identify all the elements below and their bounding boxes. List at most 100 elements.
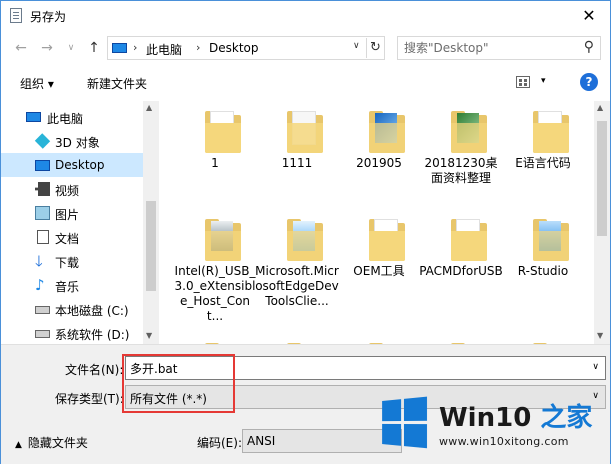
search-box[interactable]: ⚲	[397, 36, 601, 60]
watermark: Win10 之家 www.win10xitong.com	[379, 391, 609, 461]
folder-item[interactable]	[337, 333, 421, 344]
sidebar-item-drive-d[interactable]: 系统软件 (D:)	[1, 321, 143, 344]
pc-icon	[26, 112, 41, 122]
scroll-down-arrow-icon[interactable]: ▼	[597, 331, 603, 340]
music-icon: ♪	[35, 276, 45, 294]
folder-icon	[451, 217, 487, 261]
new-folder-button[interactable]: 新建文件夹	[87, 75, 147, 92]
watermark-title: Win10 之家	[439, 397, 592, 434]
scroll-up-arrow-icon[interactable]: ▲	[146, 103, 152, 112]
folder-item[interactable]: 1	[173, 101, 257, 219]
annotation-highlight-box	[122, 354, 235, 413]
breadcrumb-desktop[interactable]: Desktop	[209, 41, 259, 55]
scroll-down-arrow-icon[interactable]: ▼	[146, 331, 152, 340]
sidebar-item-music[interactable]: ♪ 音乐	[1, 273, 143, 297]
folder-name: Intel(R)_USB_3.0_eXtensible_Host_Cont...	[174, 264, 256, 323]
save-as-dialog: 另存为 ✕ ← → ∨ ↑ › 此电脑 › Desktop ∨ ↻ ⚲ 组织 ▾…	[0, 0, 611, 464]
command-bar: 组织 ▾ 新建文件夹 ▾ ?	[1, 67, 610, 97]
sidebar-item-pictures[interactable]: 图片	[1, 201, 143, 225]
recent-locations-button[interactable]: ∨	[61, 38, 81, 58]
watermark-title-prefix: Win10	[439, 403, 541, 433]
sidebar-item-label: 视频	[55, 184, 80, 198]
breadcrumb-separator: ›	[133, 41, 138, 54]
scrollbar-thumb[interactable]	[146, 201, 156, 291]
sidebar-item-desktop[interactable]: Desktop	[1, 153, 143, 177]
encoding-value: ANSI	[247, 434, 276, 448]
organize-menu[interactable]: 组织 ▾	[20, 75, 54, 92]
3d-objects-icon	[34, 133, 51, 149]
sidebar-item-label: 系统软件 (D:)	[55, 328, 130, 342]
sidebar-item-documents[interactable]: 文档	[1, 225, 143, 249]
sidebar-item-label: 文档	[55, 232, 80, 246]
refresh-button[interactable]: ↻	[366, 38, 384, 58]
folder-item[interactable]	[255, 333, 339, 344]
disk-icon	[35, 306, 50, 314]
file-list-scrollbar[interactable]: ▲ ▼	[594, 101, 610, 344]
folder-name: 1	[211, 156, 219, 170]
address-dropdown-button[interactable]: ∨	[353, 41, 360, 51]
sidebar-item-this-pc[interactable]: 此电脑	[1, 105, 143, 129]
folder-icon	[287, 217, 323, 261]
up-button[interactable]: ↑	[84, 38, 104, 58]
view-dropdown-button[interactable]: ▾	[541, 76, 546, 86]
pc-icon	[112, 43, 127, 53]
close-button[interactable]: ✕	[574, 5, 604, 27]
scroll-up-arrow-icon[interactable]: ▲	[597, 103, 603, 112]
folder-name: E语言代码	[515, 156, 571, 170]
navigation-row: ← → ∨ ↑ › 此电脑 › Desktop ∨ ↻ ⚲	[1, 31, 610, 65]
folder-icon	[451, 109, 487, 153]
sidebar-item-drive-c[interactable]: 本地磁盘 (C:)	[1, 297, 143, 321]
back-button[interactable]: ←	[11, 38, 31, 58]
sidebar-item-label: 3D 对象	[55, 136, 100, 150]
scrollbar-thumb[interactable]	[597, 121, 607, 236]
help-icon[interactable]: ?	[580, 73, 598, 91]
sidebar-item-videos[interactable]: 视频	[1, 177, 143, 201]
watermark-url: www.win10xitong.com	[439, 435, 569, 448]
navigation-scrollbar[interactable]: ▲ ▼	[143, 101, 159, 344]
chevron-down-icon[interactable]: ∨	[592, 362, 599, 372]
folder-name: OEM工具	[353, 264, 405, 278]
folder-item[interactable]: 1111	[255, 101, 339, 219]
sidebar-item-downloads[interactable]: 🡓 下载	[1, 249, 143, 273]
view-options-icon[interactable]	[516, 76, 530, 88]
document-icon	[37, 230, 49, 244]
folder-item[interactable]	[419, 333, 503, 344]
sidebar-item-label: 音乐	[55, 280, 80, 294]
forward-button[interactable]: →	[37, 38, 57, 58]
filetype-label: 保存类型(T):	[55, 392, 124, 406]
sidebar-item-label: Desktop	[55, 158, 105, 172]
folder-icon	[205, 109, 241, 153]
search-icon[interactable]: ⚲	[584, 39, 594, 55]
folder-item[interactable]: Microsoft.MicrosoftEdgeDevToolsClie...	[255, 209, 339, 327]
folder-item[interactable]: Intel(R)_USB_3.0_eXtensible_Host_Cont...	[173, 209, 257, 327]
breadcrumb-separator: ›	[196, 41, 201, 54]
sidebar-item-label: 下载	[55, 256, 80, 270]
file-list: 1 1111 201905 20181230桌面资料整理 E语言代码 Intel…	[161, 101, 593, 344]
folder-icon	[205, 217, 241, 261]
disk-icon	[35, 330, 50, 338]
folder-item[interactable]: R-Studio	[501, 209, 585, 327]
encoding-label: 编码(E):	[197, 436, 242, 450]
sidebar-item-label: 图片	[55, 208, 80, 222]
title-bar[interactable]: 另存为 ✕	[1, 1, 610, 31]
folder-item[interactable]	[173, 333, 257, 344]
folder-name: 201905	[356, 156, 402, 170]
folder-item[interactable]: 201905	[337, 101, 421, 219]
address-bar[interactable]: › 此电脑 › Desktop ∨ ↻	[107, 36, 385, 60]
breadcrumb-this-pc[interactable]: 此电脑	[146, 41, 182, 58]
folder-item[interactable]: PACMDforUSB	[419, 209, 503, 327]
folder-icon	[369, 109, 405, 153]
folder-name: Microsoft.MicrosoftEdgeDevToolsClie...	[255, 264, 339, 308]
folder-item[interactable]: 20181230桌面资料整理	[419, 101, 503, 219]
encoding-select[interactable]: ANSI	[242, 429, 402, 453]
picture-icon	[35, 206, 50, 220]
folder-name: R-Studio	[517, 264, 569, 278]
search-input[interactable]	[404, 40, 574, 56]
folder-item[interactable]	[501, 333, 585, 344]
folder-item[interactable]: OEM工具	[337, 209, 421, 327]
folder-item[interactable]: E语言代码	[501, 101, 585, 219]
download-icon: 🡓	[35, 252, 43, 270]
sidebar-item-3d-objects[interactable]: 3D 对象	[1, 129, 143, 153]
sidebar-item-label: 本地磁盘 (C:)	[55, 304, 129, 318]
hide-folders-toggle[interactable]: ▲ 隐藏文件夹	[15, 434, 88, 451]
